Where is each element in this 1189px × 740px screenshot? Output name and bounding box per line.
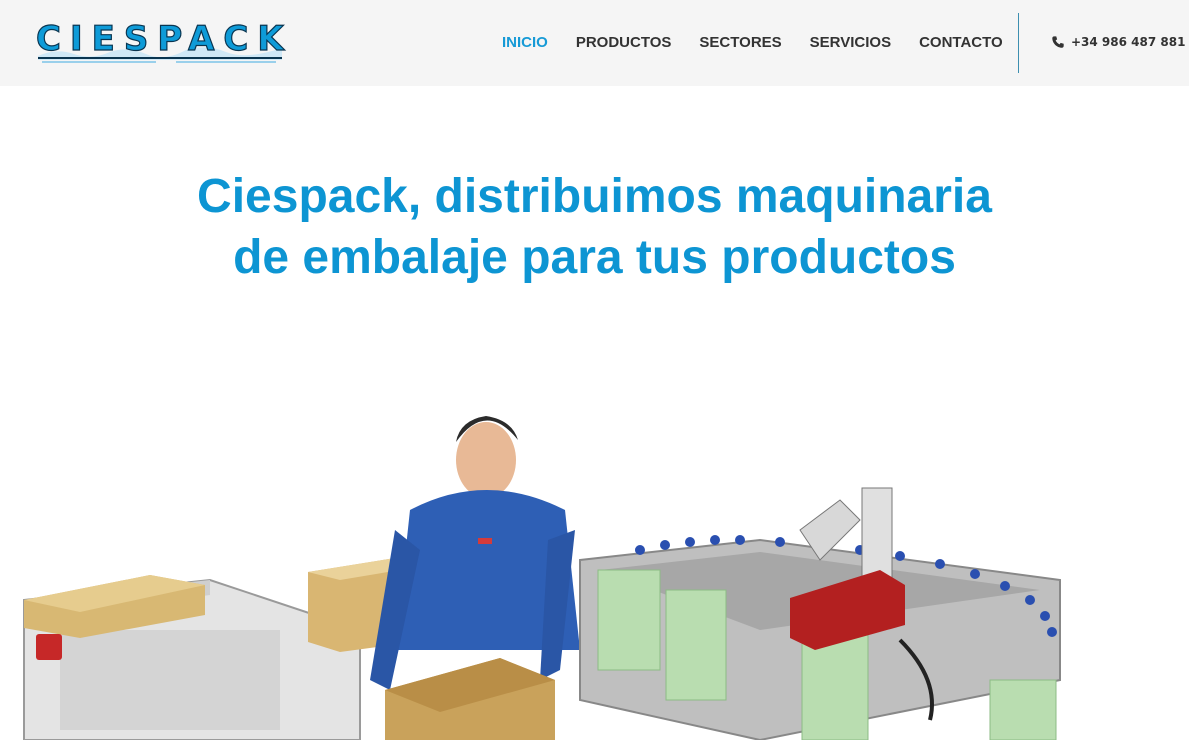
nav-item-contacto[interactable]: CONTACTO (919, 34, 1003, 52)
packaging-line-illustration (0, 380, 1189, 740)
main-nav: INICIO PRODUCTOS SECTORES SERVICIOS CONT… (502, 34, 1031, 52)
phone-link[interactable]: +34 986 487 881 (1051, 35, 1185, 49)
ciespack-logo[interactable]: CIESPACK (35, 19, 284, 66)
nav-item-productos[interactable]: PRODUCTOS (576, 34, 672, 52)
nav-item-sectores[interactable]: SECTORES (699, 34, 781, 52)
nav-item-servicios[interactable]: SERVICIOS (810, 34, 891, 52)
packaging-machine-image (23, 416, 1061, 740)
logo-text: CIESPACK (35, 19, 293, 59)
phone-number: +34 986 487 881 (1071, 35, 1186, 49)
hero-title-line1: Ciespack, distribuimos maquinaria (197, 170, 992, 223)
nav-divider (1018, 13, 1019, 73)
nav-item-inicio[interactable]: INICIO (502, 34, 548, 52)
hero-title-line2: de embalaje para tus productos (233, 231, 956, 284)
phone-icon (1052, 36, 1064, 48)
site-header: CIESPACK INICIO PRODUCTOS SECTORES SERVI… (0, 0, 1189, 86)
hero-title: Ciespack, distribuimos maquinaria de emb… (0, 166, 1189, 288)
